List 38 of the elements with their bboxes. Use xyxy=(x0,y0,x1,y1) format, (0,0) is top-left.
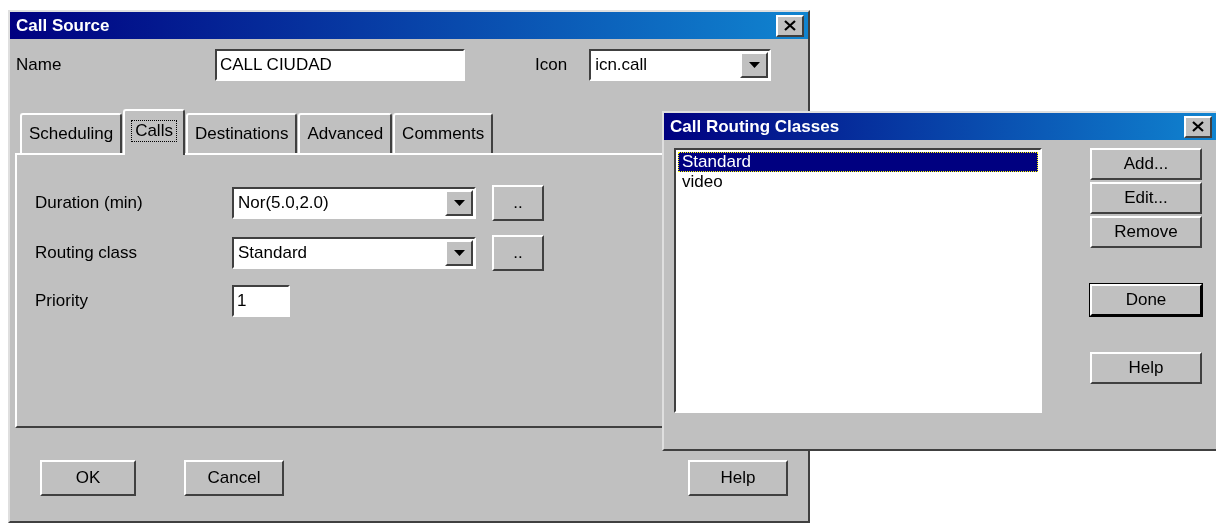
list-item[interactable]: video xyxy=(678,172,1038,192)
name-field[interactable]: CALL CIUDAD xyxy=(215,49,465,81)
field-label: Name xyxy=(16,55,63,75)
browse-button[interactable]: .. xyxy=(492,185,544,221)
dialog-button[interactable]: Remove xyxy=(1090,216,1202,248)
close-icon xyxy=(784,20,796,31)
window-title: Call Routing Classes xyxy=(670,116,840,137)
dialog-button[interactable]: Cancel xyxy=(184,460,284,496)
field-label: Routing class xyxy=(35,243,139,263)
dropdown[interactable]: icn.call xyxy=(589,49,772,81)
dropdown-button[interactable] xyxy=(445,190,473,216)
field-label: Duration (min) xyxy=(35,193,144,213)
tab[interactable]: Comments xyxy=(393,113,494,153)
field-label: Icon xyxy=(535,55,568,75)
close-button[interactable] xyxy=(776,14,804,37)
browse-button[interactable]: .. xyxy=(492,235,544,271)
priority-field[interactable]: 1 xyxy=(232,285,290,317)
caret-icon xyxy=(453,250,465,256)
tab[interactable]: Destinations xyxy=(185,113,298,153)
dialog-button[interactable]: Add... xyxy=(1090,148,1202,180)
dialog-button[interactable]: Help xyxy=(688,460,788,496)
window-title: Call Source xyxy=(16,15,110,36)
caret-icon xyxy=(748,62,760,68)
dropdown-button[interactable] xyxy=(445,240,473,266)
close-button[interactable] xyxy=(1184,115,1212,138)
tab[interactable]: Calls xyxy=(123,109,185,155)
caret-icon xyxy=(453,200,465,206)
close-icon xyxy=(1192,121,1204,132)
dialog-button[interactable]: Done xyxy=(1090,284,1202,316)
dialog-button[interactable]: OK xyxy=(40,460,136,496)
list-item[interactable]: Standard xyxy=(678,152,1038,172)
dropdown-button[interactable] xyxy=(740,52,769,78)
field-label: Priority xyxy=(35,291,89,311)
dropdown[interactable]: Nor(5.0,2.0) xyxy=(232,187,476,219)
dialog-button[interactable]: Help xyxy=(1090,352,1202,384)
tab[interactable]: Advanced xyxy=(298,113,393,153)
dropdown[interactable]: Standard xyxy=(232,237,476,269)
dialog-button[interactable]: Edit... xyxy=(1090,182,1202,214)
